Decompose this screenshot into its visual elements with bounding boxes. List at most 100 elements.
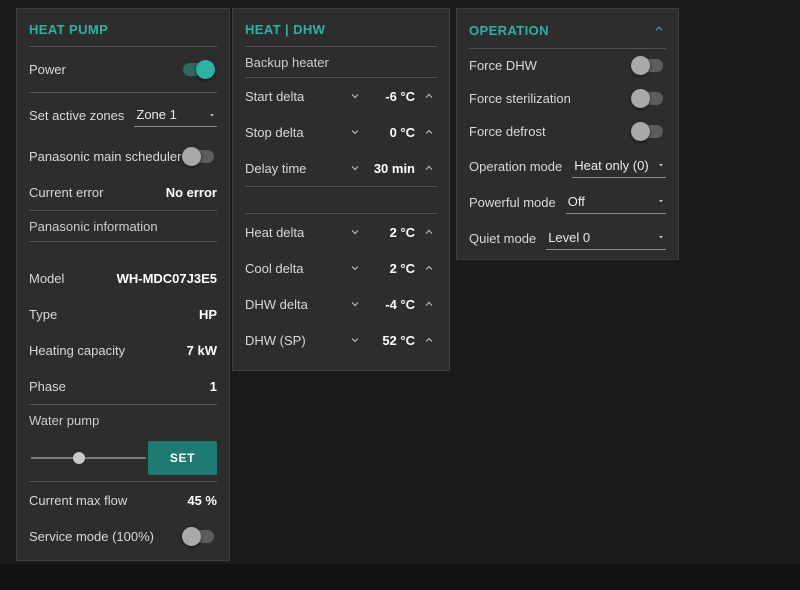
force-dhw-row: Force DHW (469, 49, 666, 82)
chevron-up-icon (425, 165, 433, 170)
cool-delta-label: Cool delta (245, 260, 304, 276)
powerful-mode-dropdown[interactable]: Off (565, 191, 666, 214)
model-row: Model WH-MDC07J3E5 (29, 260, 217, 296)
decrement-button[interactable] (347, 296, 363, 312)
quiet-mode-label: Quiet mode (469, 230, 537, 246)
collapse-button[interactable] (652, 22, 666, 39)
scheduler-row: Panasonic main scheduler (29, 138, 217, 174)
increment-button[interactable] (421, 124, 437, 140)
panasonic-information-header: Panasonic information (29, 219, 158, 234)
chevron-up-icon (655, 26, 663, 31)
dhw-sp-label: DHW (SP) (245, 332, 306, 348)
decrement-button[interactable] (347, 124, 363, 140)
current-error-row: Current error No error (29, 174, 217, 210)
water-pump-slider-row: SET (29, 435, 217, 481)
increment-button[interactable] (421, 88, 437, 104)
operation-mode-value: Heat only (0) (574, 157, 649, 173)
active-zones-label: Set active zones (29, 108, 125, 123)
active-zones-dropdown[interactable]: Zone 1 (134, 104, 217, 127)
decrement-button[interactable] (347, 160, 363, 176)
toggle-knob (182, 146, 201, 166)
force-dhw-toggle[interactable] (631, 56, 663, 75)
powerful-mode-value: Off (567, 193, 585, 209)
current-error-value: No error (165, 184, 217, 200)
chevron-down-icon (351, 338, 359, 343)
force-defrost-toggle[interactable] (631, 122, 663, 141)
heat-dhw-card: HEAT | DHW Backup heater Start delta -6 … (232, 8, 450, 371)
dropdown-caret-icon (658, 200, 664, 203)
increment-button[interactable] (421, 260, 437, 276)
increment-button[interactable] (421, 224, 437, 240)
chevron-down-icon (351, 266, 359, 271)
type-label: Type (29, 306, 58, 322)
service-mode-row: Service mode (100%) (29, 518, 217, 554)
force-sterilization-toggle[interactable] (631, 89, 663, 108)
chevron-up-icon (425, 301, 433, 306)
quiet-mode-dropdown[interactable]: Level 0 (546, 227, 666, 250)
chevron-down-icon (351, 94, 359, 99)
dhw-delta-stepper: -4 °C (347, 296, 437, 312)
toggle-knob (196, 60, 215, 79)
force-sterilization-row: Force sterilization (469, 82, 666, 115)
decrement-button[interactable] (347, 260, 363, 276)
current-max-flow-row: Current max flow 45 % (29, 482, 217, 518)
scheduler-toggle[interactable] (182, 146, 214, 166)
heat-pump-card: HEAT PUMP Power Set active zones Zone 1 … (16, 8, 230, 561)
operation-card: OPERATION Force DHW Force sterilization … (456, 8, 679, 260)
stop-delta-label: Stop delta (245, 124, 304, 140)
heat-delta-stepper: 2 °C (347, 224, 437, 240)
operation-title-row: OPERATION (469, 13, 666, 48)
start-delta-stepper: -6 °C (347, 88, 437, 104)
dhw-sp-row: DHW (SP) 52 °C (245, 322, 437, 358)
decrement-button[interactable] (347, 88, 363, 104)
quiet-mode-value: Level 0 (548, 229, 591, 245)
dhw-sp-value: 52 °C (382, 332, 415, 348)
toggle-knob (631, 122, 650, 141)
force-defrost-row: Force defrost (469, 115, 666, 148)
set-button[interactable]: SET (147, 441, 217, 475)
operation-mode-label: Operation mode (469, 158, 563, 174)
page-background-strip (0, 564, 800, 590)
heat-delta-row: Heat delta 2 °C (245, 214, 437, 250)
stop-delta-value: 0 °C (389, 124, 415, 140)
force-dhw-label: Force DHW (469, 58, 537, 73)
type-row: Type HP (29, 296, 217, 332)
powerful-mode-label: Powerful mode (469, 194, 556, 210)
scheduler-label: Panasonic main scheduler (29, 148, 182, 164)
delay-time-value: 30 min (373, 160, 415, 176)
toggle-knob (631, 56, 650, 75)
heating-capacity-label: Heating capacity (29, 342, 126, 358)
service-mode-toggle[interactable] (182, 526, 214, 546)
chevron-down-icon (351, 230, 359, 235)
dhw-delta-row: DHW delta -4 °C (245, 286, 437, 322)
slider-track (31, 457, 146, 459)
power-toggle[interactable] (183, 60, 215, 79)
operation-mode-dropdown[interactable]: Heat only (0) (572, 155, 666, 178)
model-value: WH-MDC07J3E5 (116, 270, 217, 286)
water-pump-slider[interactable] (29, 448, 148, 468)
current-max-flow-value: 45 % (187, 492, 217, 508)
heat-delta-label: Heat delta (245, 224, 305, 240)
cool-delta-stepper: 2 °C (347, 260, 437, 276)
delay-time-label: Delay time (245, 160, 307, 176)
power-label: Power (29, 62, 66, 77)
increment-button[interactable] (421, 160, 437, 176)
increment-button[interactable] (421, 296, 437, 312)
increment-button[interactable] (421, 332, 437, 348)
dhw-sp-stepper: 52 °C (347, 332, 437, 348)
service-mode-label: Service mode (100%) (29, 528, 154, 544)
phase-value: 1 (209, 378, 217, 394)
force-defrost-label: Force defrost (469, 124, 546, 139)
quiet-mode-row: Quiet mode Level 0 (469, 220, 666, 256)
slider-knob[interactable] (72, 452, 85, 464)
decrement-button[interactable] (347, 224, 363, 240)
decrement-button[interactable] (347, 332, 363, 348)
toggle-knob (631, 89, 650, 108)
heat-pump-title: HEAT PUMP (29, 22, 109, 37)
heat-delta-value: 2 °C (389, 224, 415, 240)
active-zones-row: Set active zones Zone 1 (29, 93, 217, 138)
water-pump-header: Water pump (29, 413, 100, 428)
dropdown-caret-icon (209, 113, 215, 116)
phase-row: Phase 1 (29, 368, 217, 404)
stop-delta-stepper: 0 °C (347, 124, 437, 140)
